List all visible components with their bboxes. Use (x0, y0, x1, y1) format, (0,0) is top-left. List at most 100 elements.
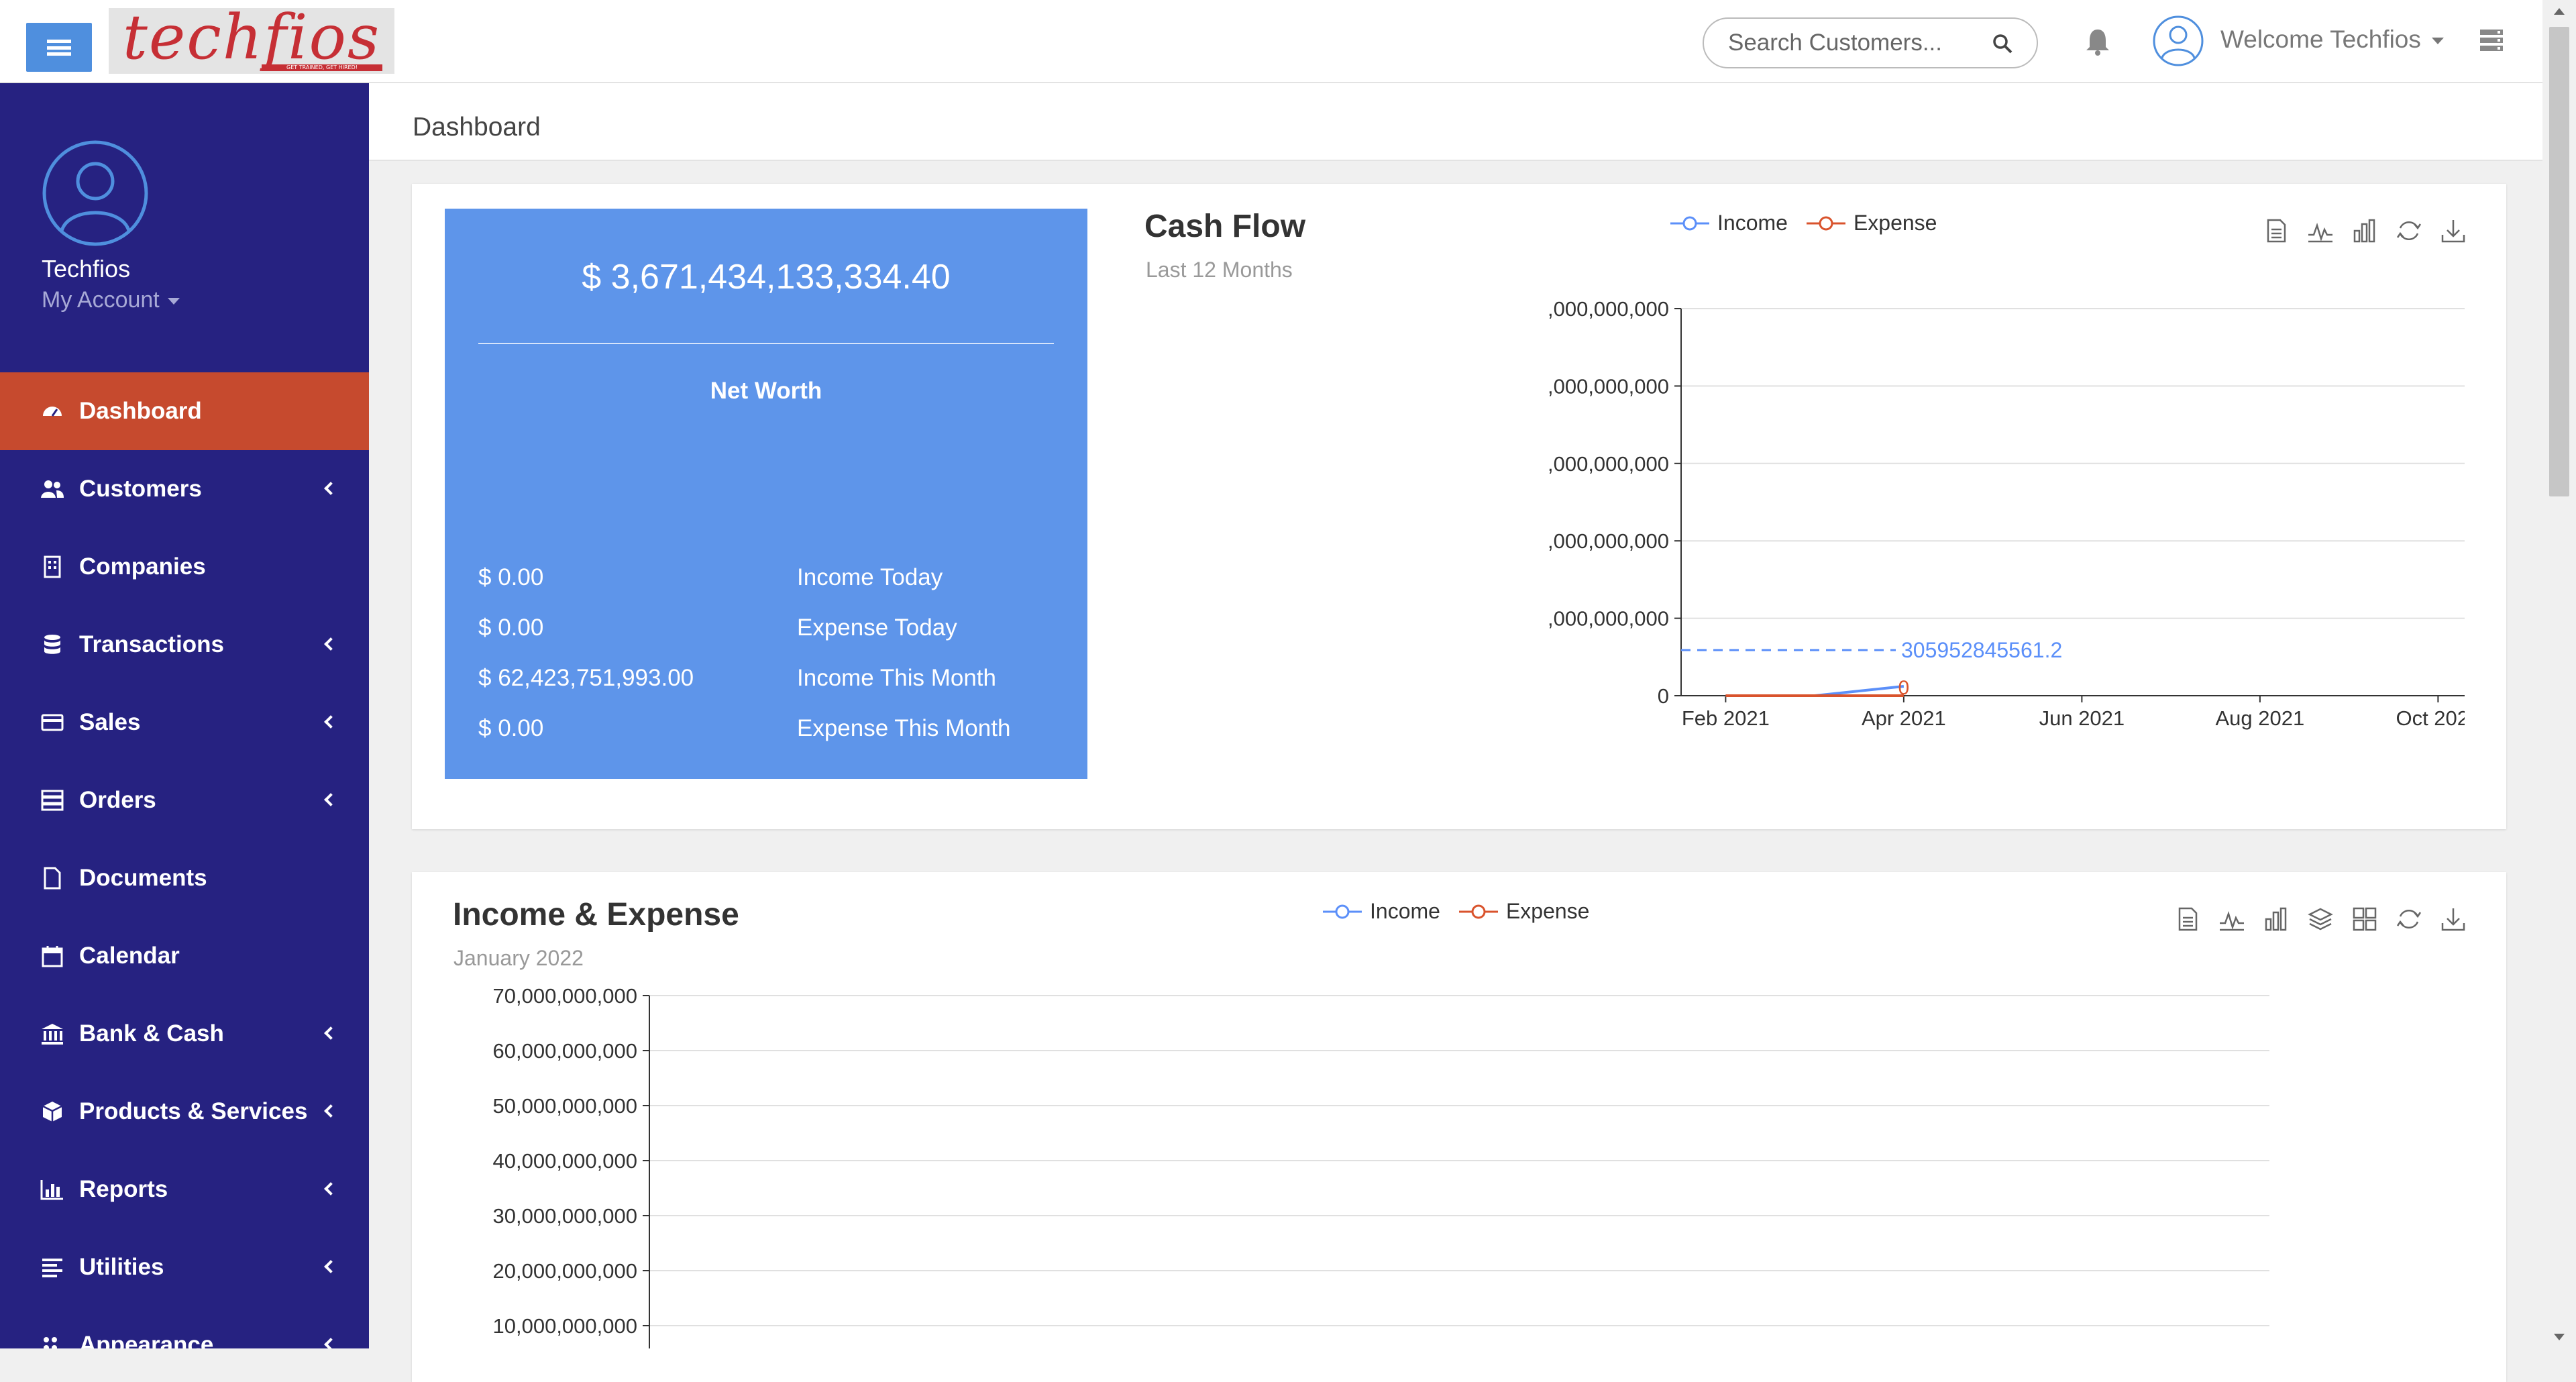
cashflow-chart: ,000,000,000 ,000,000,000 ,000,000,000 ,000… (1548, 297, 2465, 730)
sidebar-item-reports[interactable]: Reports (0, 1151, 369, 1228)
bar-chart-icon[interactable] (2263, 906, 2290, 933)
cashflow-subtitle: Last 12 Months (1146, 258, 1293, 282)
y-tick-label: ,000,000,000 (1548, 529, 1669, 553)
server-settings-icon[interactable] (2479, 28, 2504, 52)
sidebar-item-bank-cash[interactable]: Bank & Cash (0, 995, 369, 1073)
data-view-icon[interactable] (2263, 217, 2290, 244)
sidebar-item-companies[interactable]: Companies (0, 528, 369, 606)
tiled-icon[interactable] (2351, 906, 2378, 933)
y-tick-label: 0 (1658, 684, 1669, 708)
logo[interactable]: techfios GET TRAINED, GET HIRED! (109, 1, 394, 74)
sidebar-item-label: Utilities (79, 1254, 164, 1280)
sidebar-nav: Dashboard Customers Companies Transactions S… (0, 372, 369, 1348)
page-scrollbar[interactable] (2542, 0, 2576, 1348)
chevron-left-icon (324, 1182, 337, 1195)
y-tick-label: ,000,000,000 (1548, 297, 1669, 321)
legend-item-expense[interactable]: Expense (1458, 899, 1590, 924)
sidebar-toggle-button[interactable] (26, 23, 92, 72)
data-view-icon[interactable] (2174, 906, 2201, 933)
sidebar-item-label: Bank & Cash (79, 1020, 224, 1047)
file-icon (40, 866, 64, 890)
bank-icon (40, 1022, 64, 1046)
user-menu[interactable]: Welcome Techfios (2220, 25, 2444, 54)
my-account-label: My Account (42, 287, 160, 313)
legend-label: Expense (1505, 899, 1590, 923)
income-expense-toolbox (2157, 906, 2467, 933)
stat-value: $ 0.00 (478, 564, 544, 590)
sidebar-item-sales[interactable]: Sales (0, 684, 369, 761)
logo-text: techfios (122, 1, 381, 73)
chevron-left-icon (324, 1104, 337, 1118)
y-tick-label: 60,000,000,000 (493, 1039, 638, 1063)
chevron-left-icon (324, 1260, 337, 1273)
menu-icon (47, 39, 71, 56)
sidebar-item-utilities[interactable]: Utilities (0, 1228, 369, 1306)
sidebar-item-calendar[interactable]: Calendar (0, 917, 369, 995)
profile-avatar[interactable] (42, 140, 149, 247)
bar-chart-icon[interactable] (2351, 217, 2378, 244)
scroll-down-icon[interactable] (2554, 1334, 2565, 1340)
y-tick-label: 10,000,000,000 (493, 1314, 638, 1338)
chevron-down-icon (167, 298, 180, 305)
series-line-income (1725, 685, 1904, 697)
dashboard-panel-cashflow: $ 3,671,434,133,334.40 Net Worth $ 0.00 I… (412, 184, 2506, 829)
sidebar-item-orders[interactable]: Orders (0, 761, 369, 839)
sidebar-item-appearance[interactable]: Appearance (0, 1306, 369, 1348)
avatar[interactable] (2152, 15, 2204, 67)
refresh-icon[interactable] (2396, 906, 2422, 933)
search-input[interactable] (1728, 30, 1990, 56)
x-tick-label: Jun 2021 (2039, 706, 2125, 730)
sidebar-item-customers[interactable]: Customers (0, 450, 369, 528)
chevron-down-icon (2431, 38, 2444, 45)
stat-value: $ 0.00 (478, 715, 544, 741)
download-icon[interactable] (2440, 217, 2467, 244)
sidebar: Techfios My Account Dashboard Customers Co… (0, 83, 369, 1348)
palette-icon (40, 1333, 64, 1348)
legend-item-income[interactable]: Income (1323, 899, 1440, 924)
y-tick-label: ,000,000,000 (1548, 374, 1669, 398)
mark-line-label: 305952845561.2 (1901, 638, 2062, 662)
calendar-icon (40, 944, 64, 968)
y-tick-label: 50,000,000,000 (493, 1094, 638, 1118)
sidebar-item-label: Companies (79, 553, 206, 580)
sidebar-item-label: Products & Services (79, 1098, 308, 1124)
my-account-link[interactable]: My Account (42, 287, 180, 313)
chevron-left-icon (324, 482, 337, 495)
stat-label: Expense This Month (797, 715, 1011, 741)
cashflow-title: Cash Flow (1144, 209, 1306, 244)
sidebar-item-label: Transactions (79, 631, 224, 657)
stat-label: Income This Month (797, 665, 996, 691)
legend-income-icon (1323, 904, 1362, 918)
legend-item-expense[interactable]: Expense (1806, 211, 1937, 235)
sidebar-item-documents[interactable]: Documents (0, 839, 369, 917)
legend-item-income[interactable]: Income (1670, 211, 1788, 235)
download-icon[interactable] (2440, 906, 2467, 933)
sidebar-item-products-services[interactable]: Products & Services (0, 1073, 369, 1151)
sidebar-item-label: Sales (79, 709, 141, 735)
scroll-up-icon[interactable] (2554, 8, 2565, 15)
bell-icon[interactable] (2084, 27, 2111, 56)
y-tick-label: 70,000,000,000 (493, 984, 638, 1008)
scroll-thumb[interactable] (2549, 27, 2569, 496)
sidebar-item-label: Calendar (79, 943, 180, 969)
sidebar-item-label: Dashboard (79, 398, 202, 424)
legend-income-icon (1670, 216, 1709, 230)
cashflow-toolbox (2245, 217, 2467, 244)
sidebar-item-transactions[interactable]: Transactions (0, 606, 369, 684)
search-icon[interactable] (1992, 34, 2012, 54)
sidebar-item-dashboard[interactable]: Dashboard (0, 372, 369, 450)
stack-icon[interactable] (2307, 906, 2334, 933)
line-chart-icon[interactable] (2307, 217, 2334, 244)
income-expense-chart: 70,000,000,000 60,000,000,000 50,000,000,0… (493, 984, 2269, 1348)
chevron-left-icon (324, 715, 337, 729)
x-tick-label: Feb 2021 (1682, 706, 1770, 730)
stat-row-expense-month: $ 0.00 Expense This Month (478, 715, 1054, 749)
profile-name: Techfios (42, 255, 131, 282)
line-chart-icon[interactable] (2218, 906, 2245, 933)
x-tick-label: Oct 2021 (2396, 706, 2465, 730)
net-worth-card: $ 3,671,434,133,334.40 Net Worth $ 0.00 I… (445, 209, 1087, 779)
stat-row-income-month: $ 62,423,751,993.00 Income This Month (478, 665, 1054, 698)
refresh-icon[interactable] (2396, 217, 2422, 244)
point-label: 0 (1898, 677, 1910, 699)
legend-expense-icon (1806, 216, 1845, 230)
